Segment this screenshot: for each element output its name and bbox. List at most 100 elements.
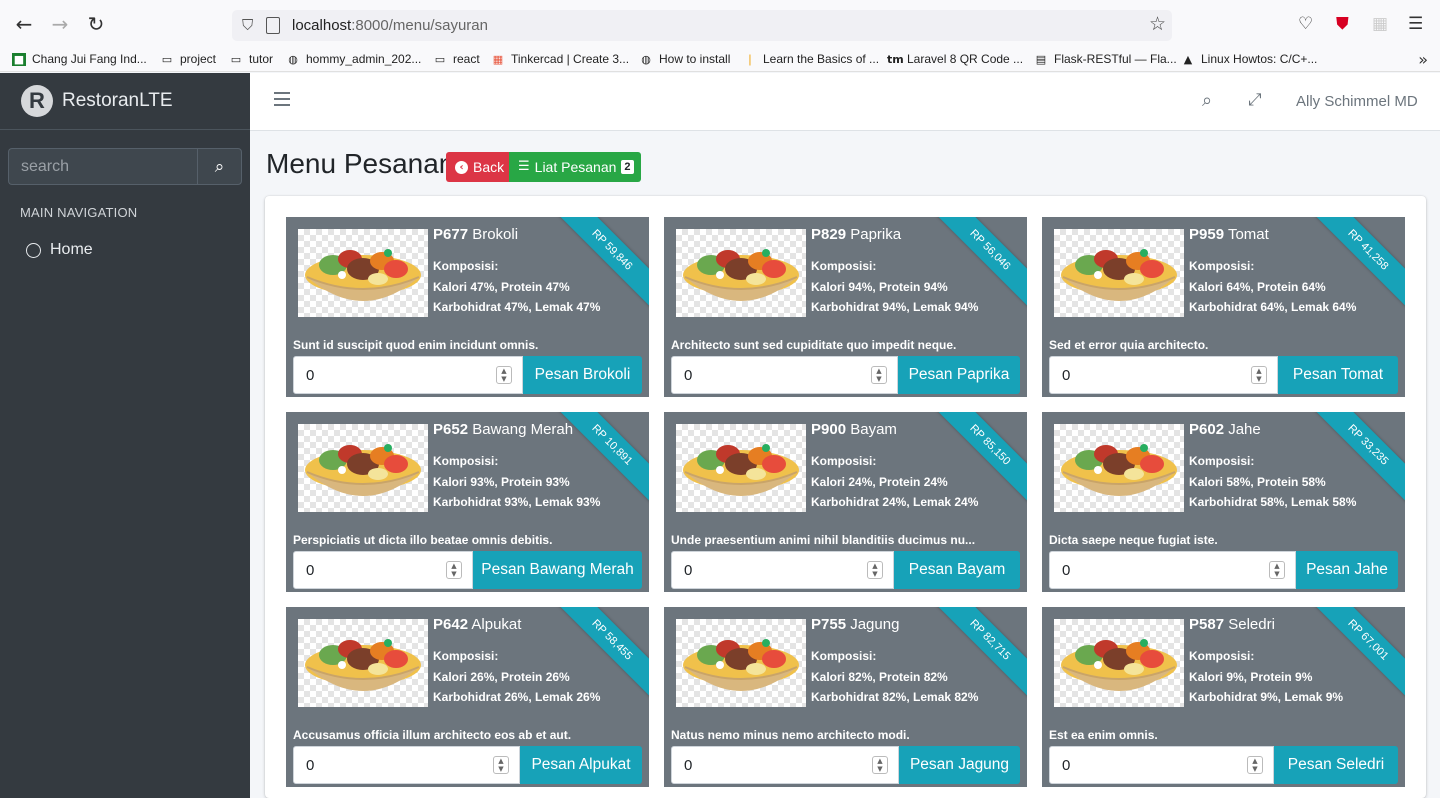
- product-description: Est ea enim omnis.: [1049, 728, 1158, 742]
- bookmark-folder[interactable]: ▭ tutor: [229, 52, 273, 66]
- quantity-stepper[interactable]: ▲ ▼: [872, 756, 888, 774]
- price-ribbon: RP 58,455: [549, 607, 649, 703]
- quantity-input[interactable]: [672, 552, 893, 588]
- menu-icon[interactable]: ☰: [1408, 14, 1423, 34]
- user-name[interactable]: Ally Schimmel MD: [1296, 93, 1418, 110]
- product-nutrition-line: Karbohidrat 26%, Lemak 26%: [433, 690, 601, 704]
- page-grid-icon: ▤: [1035, 52, 1047, 66]
- folder-icon: ▭: [434, 52, 446, 66]
- reload-icon[interactable]: ↻: [84, 12, 108, 36]
- nav-header: MAIN NAVIGATION: [20, 205, 138, 220]
- quantity-field: ▲▼: [293, 551, 473, 589]
- hamburger-menu-icon[interactable]: [274, 92, 290, 110]
- product-name: Brokoli: [472, 226, 519, 243]
- fullscreen-icon[interactable]: ⤢: [1248, 90, 1262, 110]
- bookmark-item[interactable]: ❘ Learn the Basics of ...: [743, 52, 879, 66]
- product-code: P677: [433, 226, 469, 243]
- quantity-input[interactable]: [672, 357, 897, 393]
- order-button[interactable]: Pesan Jagung: [899, 746, 1020, 784]
- product-name: Tomat: [1227, 226, 1269, 243]
- product-komposisi-label: Komposisi:: [1189, 454, 1255, 468]
- quantity-input[interactable]: [1050, 552, 1295, 588]
- product-card: P602 Jahe Komposisi: Kalori 58%, Protein 5…: [1042, 412, 1405, 592]
- quantity-input[interactable]: [1050, 747, 1273, 783]
- brand-link[interactable]: R RestoranLTE: [0, 73, 250, 130]
- product-code: P587: [1189, 616, 1225, 633]
- product-card: P642 Alpukat Komposisi: Kalori 26%, Protei…: [286, 607, 649, 787]
- page-icon: [266, 17, 280, 34]
- order-button[interactable]: Pesan Alpukat: [520, 746, 642, 784]
- sidebar-item-home[interactable]: Home: [26, 241, 93, 259]
- quantity-stepper[interactable]: ▲ ▼: [871, 366, 887, 384]
- quantity-stepper[interactable]: ▲ ▼: [446, 561, 462, 579]
- page-title: Menu Pesanan: [266, 148, 455, 179]
- product-card: P677 Brokoli Komposisi: Kalori 47%, Protei…: [286, 217, 649, 397]
- bookmark-folder[interactable]: ▭ project: [160, 52, 216, 66]
- order-button[interactable]: Pesan Seledri: [1274, 746, 1398, 784]
- bookmark-item[interactable]: ▲ Linux Howtos: C/C+...: [1181, 52, 1318, 66]
- forward-arrow-icon[interactable]: →: [48, 12, 72, 36]
- order-button[interactable]: Pesan Jahe: [1296, 551, 1398, 589]
- product-name: Alpukat: [471, 616, 522, 633]
- bookmark-item[interactable]: ◍ hommy_admin_202...: [286, 52, 421, 66]
- product-nutrition-line: Kalori 47%, Protein 47%: [433, 280, 570, 294]
- order-button[interactable]: Pesan Paprika: [898, 356, 1020, 394]
- product-card: P829 Paprika Komposisi: Kalori 94%, Protei…: [664, 217, 1027, 397]
- quantity-input[interactable]: [294, 747, 519, 783]
- liat-pesanan-button[interactable]: ☰ Liat Pesanan 2: [509, 152, 641, 182]
- order-button[interactable]: Pesan Bawang Merah: [473, 551, 642, 589]
- quantity-stepper[interactable]: ▲ ▼: [1247, 756, 1263, 774]
- product-title: P587 Seledri: [1189, 616, 1275, 633]
- sidebar-search-input[interactable]: [8, 148, 197, 185]
- product-name: Seledri: [1228, 616, 1275, 633]
- bookmark-item[interactable]: ▦ Tinkercad | Create 3...: [491, 52, 629, 66]
- chevron-more-icon[interactable]: »: [1418, 50, 1428, 69]
- product-nutrition-line: Karbohidrat 58%, Lemak 58%: [1189, 495, 1357, 509]
- search-icon: ⌕: [214, 156, 225, 177]
- product-name: Bawang Merah: [472, 421, 574, 438]
- url-text[interactable]: localhost:8000/menu/sayuran: [292, 17, 488, 34]
- bookmark-star-icon[interactable]: ☆: [1149, 13, 1166, 35]
- order-button[interactable]: Pesan Brokoli: [523, 356, 642, 394]
- product-nutrition-line: Kalori 9%, Protein 9%: [1189, 670, 1313, 684]
- product-image: [298, 424, 428, 512]
- bookmark-item[interactable]: tm Laravel 8 QR Code ...: [887, 52, 1023, 66]
- quantity-stepper[interactable]: ▲ ▼: [1269, 561, 1285, 579]
- product-description: Accusamus officia illum architecto eos a…: [293, 728, 572, 742]
- quantity-input[interactable]: [672, 747, 898, 783]
- product-komposisi-label: Komposisi:: [811, 259, 877, 273]
- product-title: P652 Bawang Merah: [433, 421, 573, 438]
- extension-icon[interactable]: ▦: [1372, 14, 1388, 34]
- quantity-input[interactable]: [1050, 357, 1277, 393]
- quantity-stepper[interactable]: ▲ ▼: [1251, 366, 1267, 384]
- quantity-stepper[interactable]: ▲ ▼: [493, 756, 509, 774]
- product-komposisi-label: Komposisi:: [1189, 649, 1255, 663]
- bookmark-icon: ❘: [745, 52, 755, 66]
- product-card: P587 Seledri Komposisi: Kalori 9%, Protein…: [1042, 607, 1405, 787]
- product-nutrition-line: Karbohidrat 82%, Lemak 82%: [811, 690, 979, 704]
- bookmark-item[interactable]: ◍ How to install: [639, 52, 730, 66]
- search-icon[interactable]: ⌕: [1202, 90, 1212, 111]
- quantity-stepper[interactable]: ▲ ▼: [496, 366, 512, 384]
- product-description: Sunt id suscipit quod enim incidunt omni…: [293, 338, 539, 352]
- brand-logo-icon: R: [21, 85, 53, 117]
- quantity-field: ▲▼: [671, 356, 898, 394]
- order-button[interactable]: Pesan Bayam: [894, 551, 1020, 589]
- back-arrow-icon[interactable]: ←: [12, 12, 36, 36]
- quantity-stepper[interactable]: ▲ ▼: [867, 561, 883, 579]
- bookmark-item[interactable]: ■ Chang Jui Fang Ind...: [12, 52, 147, 66]
- product-code: P755: [811, 616, 847, 633]
- order-button[interactable]: Pesan Tomat: [1278, 356, 1398, 394]
- bookmark-item[interactable]: ▤ Flask-RESTful — Fla...: [1034, 52, 1177, 66]
- product-description: Perspiciatis ut dicta illo beatae omnis …: [293, 533, 553, 547]
- pocket-icon[interactable]: ♡: [1298, 14, 1313, 34]
- sidebar: R RestoranLTE ⌕ MAIN NAVIGATION Home: [0, 73, 250, 798]
- back-button[interactable]: ‹ Back: [446, 152, 514, 182]
- product-title: P642 Alpukat: [433, 616, 521, 633]
- url-bar[interactable]: ⛉ localhost:8000/menu/sayuran ☆: [232, 10, 1172, 41]
- quantity-input[interactable]: [294, 357, 522, 393]
- price-ribbon: RP 82,715: [927, 607, 1027, 703]
- extension-shield-icon[interactable]: ⛊: [1336, 14, 1349, 34]
- bookmark-folder[interactable]: ▭ react: [433, 52, 480, 66]
- search-button[interactable]: ⌕: [197, 148, 242, 185]
